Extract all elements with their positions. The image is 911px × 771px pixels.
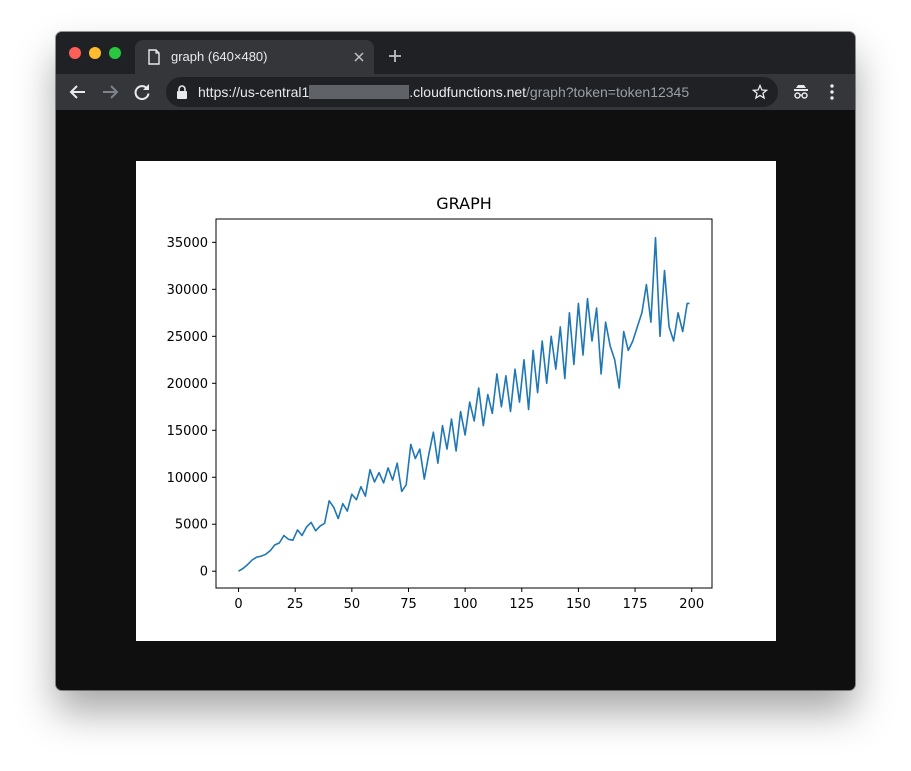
graph-image: GRAPH 0 25 50 75 100 125 150 175 200 0 5000 10000 15… [136,161,776,641]
y-tick-label: 25000 [167,330,208,345]
kebab-menu-icon[interactable] [828,83,836,101]
x-tick-label: 25 [287,597,304,612]
plus-icon[interactable] [387,48,403,64]
reload-icon[interactable] [133,83,151,101]
tab-strip: graph (640×480) [56,32,855,74]
back-arrow-icon[interactable] [69,83,87,101]
y-tick-label: 5000 [175,518,208,533]
x-tick-label: 125 [509,597,534,612]
y-tick-label: 10000 [167,471,208,486]
x-tick-label: 0 [234,597,242,612]
x-tick-label: 200 [679,597,704,612]
redacted-host-segment [309,85,410,99]
y-tick-label: 15000 [167,424,208,439]
tab-active[interactable]: graph (640×480) [135,40,374,74]
page-content: GRAPH 0 25 50 75 100 125 150 175 200 0 5000 10000 15… [56,110,855,690]
y-tick-label: 35000 [167,236,208,251]
url-host-suffix: .cloudfunctions.net [409,84,527,100]
document-icon [148,49,160,65]
browser-window: graph (640×480) https://us-central1.clou… [56,32,855,690]
url-scheme: https:// [198,84,241,100]
y-tick-label: 30000 [167,283,208,298]
forward-arrow-icon[interactable] [101,83,119,101]
incognito-icon[interactable] [792,83,810,101]
y-tick-label: 0 [200,565,208,580]
y-tick-label: 20000 [167,377,208,392]
x-tick-label: 100 [453,597,478,612]
browser-toolbar: https://us-central1 .cloudfunctions.net/g… [56,74,855,110]
plot-frame [215,218,713,589]
chart-title: GRAPH [436,194,492,213]
url-text: https://us-central1 .cloudfunctions.net/g… [198,84,689,100]
series-line [238,236,690,572]
url-host-prefix: us-central1 [240,84,310,100]
tab-title: graph (640×480) [171,49,268,64]
minimize-window-button[interactable] [89,47,101,59]
address-bar[interactable]: https://us-central1 .cloudfunctions.net/g… [166,77,778,107]
url-path: /graph?token=token12345 [526,84,690,100]
x-tick-label: 50 [344,597,361,612]
star-icon[interactable] [752,84,768,100]
line-chart: GRAPH 0 25 50 75 100 125 150 175 200 0 5000 10000 15… [167,194,713,612]
maximize-window-button[interactable] [109,47,121,59]
x-tick-label: 150 [566,597,591,612]
x-tick-label: 175 [623,597,648,612]
lock-icon [177,85,187,99]
close-icon[interactable] [352,50,366,64]
close-window-button[interactable] [69,47,81,59]
x-tick-label: 75 [400,597,417,612]
